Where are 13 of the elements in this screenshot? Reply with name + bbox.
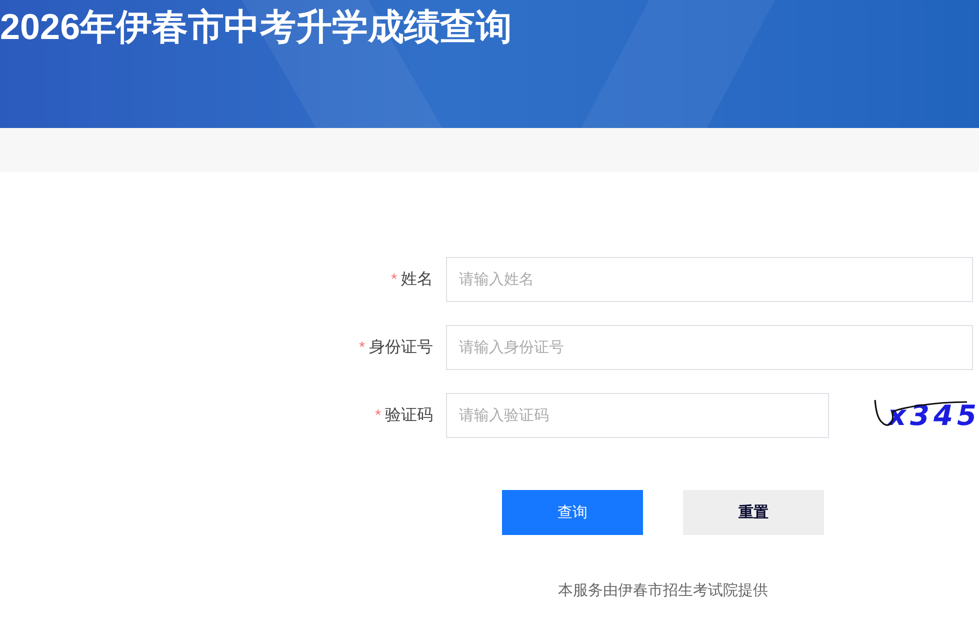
field-label: 验证码 [385, 407, 433, 424]
footer-text: 本服务由伊春市招生考试院提供 [558, 581, 768, 601]
page-title: 2026年伊春市中考升学成绩查询 [0, 5, 512, 49]
query-button[interactable]: 查询 [502, 490, 643, 535]
text-field[interactable]: 请输入身份证号 [446, 325, 973, 370]
required-mark: * [375, 407, 381, 424]
field-label: 身份证号 [369, 339, 433, 356]
field-label: 姓名 [401, 271, 433, 288]
reset-button[interactable]: 重置 [683, 490, 824, 535]
text-field[interactable]: 请输入姓名 [446, 257, 973, 302]
required-mark: * [391, 271, 397, 288]
captcha-field[interactable]: 请输入验证码 [446, 393, 829, 438]
required-mark: * [359, 339, 365, 356]
